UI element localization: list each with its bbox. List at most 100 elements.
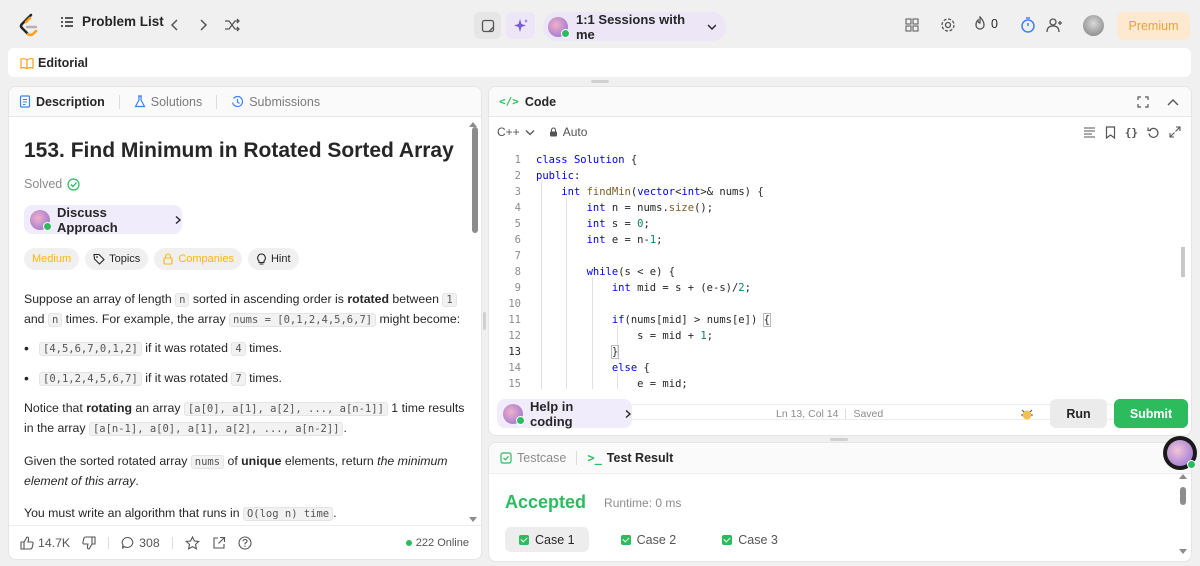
- vertical-resize-handle[interactable]: [830, 438, 848, 441]
- code-line: }: [610, 345, 620, 359]
- hint-chip[interactable]: Hint: [247, 248, 299, 270]
- checkbox-icon: [500, 452, 512, 464]
- code-line: e = mid;: [536, 378, 688, 390]
- code-line: public:: [536, 170, 581, 182]
- left-tab-bar: Description Solutions Submissions: [9, 87, 481, 117]
- settings-button[interactable]: [939, 16, 957, 34]
- topics-chip[interactable]: Topics: [85, 248, 149, 270]
- line-number: 6: [514, 234, 521, 246]
- format-icon[interactable]: [1083, 126, 1096, 138]
- solved-status: Solved: [24, 177, 466, 191]
- tab-testcase[interactable]: Testcase: [500, 451, 566, 465]
- problem-list-link[interactable]: Problem List: [60, 14, 164, 29]
- case-tab-1[interactable]: Case 1: [505, 527, 589, 552]
- autocomplete-mode[interactable]: Auto: [549, 125, 587, 139]
- gear-icon: [941, 18, 955, 32]
- run-button[interactable]: Run: [1050, 399, 1107, 428]
- example-list: [4,5,6,7,0,1,2] if it was rotated 4 time…: [24, 339, 466, 388]
- reset-icon[interactable]: [1147, 126, 1160, 139]
- line-number: 7: [514, 250, 521, 262]
- horizontal-resize-handle[interactable]: [483, 312, 486, 330]
- scroll-down-icon[interactable]: [469, 517, 477, 523]
- star-icon[interactable]: [184, 535, 200, 550]
- companies-label: Companies: [178, 253, 234, 265]
- tab-description[interactable]: Description: [19, 95, 105, 109]
- prev-problem-button[interactable]: [164, 14, 184, 36]
- maximize-icon[interactable]: [1137, 95, 1149, 108]
- user-plus-icon: [1046, 18, 1062, 33]
- line-number: 15: [508, 378, 521, 390]
- tab-solutions[interactable]: Solutions: [134, 95, 202, 109]
- discuss-label: Discuss Approach: [57, 204, 118, 235]
- top-navbar: Problem List 1:1 Sessions with me 0 Prem…: [0, 0, 1200, 50]
- case-label: Case 3: [738, 532, 778, 547]
- premium-button[interactable]: Premium: [1117, 12, 1190, 40]
- code-line: int s = 0;: [586, 218, 650, 230]
- result-status: Accepted: [505, 492, 587, 512]
- code-line: int n = nums.size();: [586, 202, 714, 214]
- mentor-avatar: [503, 403, 525, 425]
- code-panel-title: Code: [524, 94, 557, 109]
- bookmark-icon[interactable]: [1105, 125, 1116, 139]
- tab-submissions[interactable]: Submissions: [231, 95, 320, 109]
- add-collaborator-button[interactable]: [1045, 15, 1065, 35]
- problem-paragraph-3: Given the sorted rotated array nums of u…: [24, 454, 448, 488]
- braces-icon[interactable]: {}: [1125, 126, 1138, 139]
- problem-title[interactable]: 153. Find Minimum in Rotated Sorted Arra…: [24, 139, 466, 163]
- ai-assist-button[interactable]: [506, 12, 535, 39]
- scroll-up-icon[interactable]: [1179, 473, 1187, 479]
- share-icon[interactable]: [212, 536, 226, 550]
- solved-label: Solved: [24, 177, 63, 191]
- description-scrollbar[interactable]: [472, 127, 478, 233]
- problem-tags: Medium Topics Companies Hint: [24, 248, 466, 270]
- streak-counter[interactable]: 0: [973, 16, 998, 32]
- case-tab-3[interactable]: Case 3: [708, 527, 792, 552]
- like-button[interactable]: 14.7K: [20, 536, 70, 550]
- help-icon[interactable]: [238, 535, 252, 550]
- next-problem-button[interactable]: [194, 14, 214, 36]
- note-icon: [481, 19, 494, 32]
- code-panel-header: </> Code: [489, 87, 1191, 117]
- code-editor[interactable]: 1 2 3 4 5 6 7 8 9 10 11 12 13 14 15 clas…: [489, 149, 1179, 420]
- vertical-resize-handle[interactable]: [591, 80, 609, 83]
- companies-chip[interactable]: Companies: [154, 248, 242, 270]
- line-number: 4: [514, 202, 521, 214]
- scroll-up-icon[interactable]: [469, 121, 477, 127]
- collapse-icon[interactable]: [1167, 98, 1179, 106]
- timer-button[interactable]: [1018, 15, 1038, 35]
- random-problem-button[interactable]: [222, 14, 242, 36]
- tab-test-result[interactable]: >_ Test Result: [587, 451, 673, 465]
- submit-button[interactable]: Submit: [1114, 399, 1188, 428]
- result-scrollbar[interactable]: [1180, 487, 1186, 505]
- code-line: else {: [611, 362, 650, 374]
- notes-button[interactable]: [474, 12, 501, 39]
- comment-icon: [121, 536, 134, 549]
- leetcode-logo-icon[interactable]: [18, 13, 40, 37]
- floating-assistant-avatar[interactable]: [1163, 436, 1197, 470]
- case-tab-2[interactable]: Case 2: [607, 527, 691, 552]
- editor-scrollbar[interactable]: [1181, 247, 1185, 277]
- lightbulb-icon: [257, 253, 266, 265]
- discuss-approach-button[interactable]: Discuss Approach: [24, 204, 182, 235]
- check-icon: [722, 534, 733, 545]
- sessions-label: 1:1 Sessions with me: [576, 11, 686, 42]
- line-number: 2: [514, 170, 521, 182]
- thumbs-down-icon[interactable]: [82, 535, 96, 550]
- layout-button[interactable]: [903, 16, 921, 34]
- debug-icon[interactable]: [1019, 406, 1035, 422]
- language-select[interactable]: C++: [497, 125, 535, 139]
- check-icon: [519, 534, 529, 545]
- chevron-right-icon: [175, 215, 182, 224]
- lock-icon: [549, 127, 557, 137]
- sessions-dropdown[interactable]: 1:1 Sessions with me: [543, 11, 726, 42]
- user-avatar[interactable]: [1083, 15, 1104, 36]
- online-count: 222 Online: [415, 537, 469, 549]
- help-in-coding-button[interactable]: Help in coding: [497, 399, 632, 429]
- editorial-bar[interactable]: Editorial: [8, 48, 1191, 77]
- code-footer: Help in coding Ln 13, Col 14 Saved Run S…: [489, 393, 1191, 435]
- code-brackets-icon: </>: [499, 95, 519, 108]
- scroll-down-icon[interactable]: [1179, 549, 1187, 555]
- expand-icon[interactable]: [1169, 126, 1181, 138]
- comments-button[interactable]: 308: [121, 536, 160, 550]
